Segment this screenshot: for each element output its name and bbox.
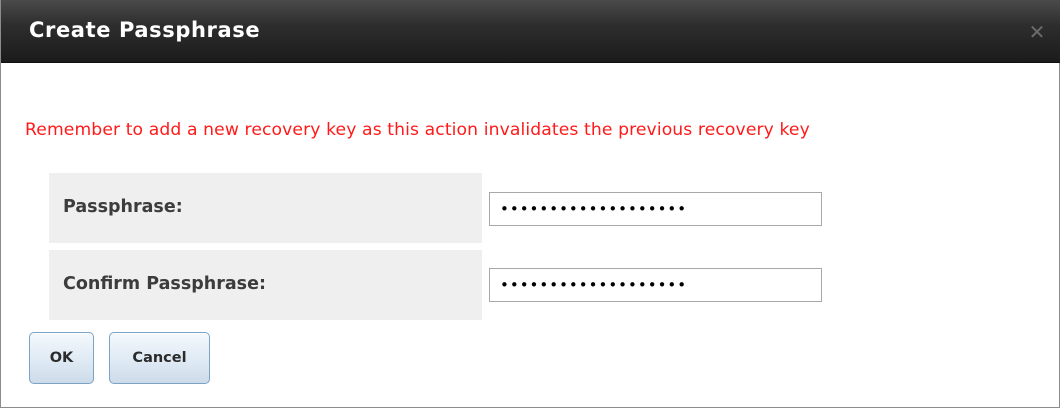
close-icon[interactable]: ✕	[1027, 22, 1047, 42]
passphrase-label: Passphrase:	[63, 197, 183, 217]
dialog-titlebar[interactable]: Create Passphrase ✕	[1, 0, 1060, 63]
confirm-passphrase-label: Confirm Passphrase:	[63, 274, 266, 294]
cancel-button[interactable]: Cancel	[109, 332, 210, 384]
ok-button[interactable]: OK	[29, 332, 94, 384]
passphrase-input[interactable]	[489, 192, 822, 226]
create-passphrase-dialog: Create Passphrase ✕ Remember to add a ne…	[0, 0, 1060, 408]
dialog-title: Create Passphrase	[29, 18, 261, 42]
confirm-passphrase-row: Confirm Passphrase:	[49, 250, 482, 320]
passphrase-row: Passphrase:	[49, 173, 482, 243]
confirm-passphrase-input[interactable]	[489, 268, 822, 302]
recovery-key-warning: Remember to add a new recovery key as th…	[25, 120, 810, 140]
